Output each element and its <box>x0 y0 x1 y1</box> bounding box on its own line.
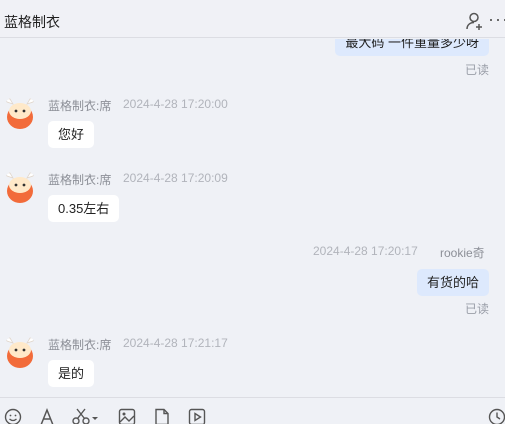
more-icon[interactable]: ··· <box>488 9 505 30</box>
avatar[interactable] <box>2 95 38 131</box>
sender-name: rookie奇 <box>440 246 485 260</box>
message-bubble-outgoing[interactable]: 有货的哈 <box>416 269 489 296</box>
input-toolbar <box>0 397 505 424</box>
emoji-icon[interactable] <box>3 407 23 424</box>
message-time: 2024-4-28 17:20:17 <box>313 244 418 258</box>
history-icon[interactable] <box>487 407 505 424</box>
message-time: 2024-4-28 17:20:09 <box>123 171 228 185</box>
video-icon[interactable] <box>187 407 207 424</box>
screenshot-icon[interactable] <box>71 407 99 424</box>
message-bubble-incoming[interactable]: 是的 <box>48 360 95 387</box>
sender-name: 蓝格制衣:席 <box>48 173 112 187</box>
read-status: 已读 <box>464 63 489 77</box>
add-contact-icon[interactable] <box>465 11 485 31</box>
message-bubble-incoming[interactable]: 0.35左右 <box>48 195 120 222</box>
avatar[interactable] <box>2 169 38 205</box>
image-icon[interactable] <box>117 407 137 424</box>
file-icon[interactable] <box>152 407 172 424</box>
sender-name: 蓝格制衣:席 <box>48 338 112 352</box>
read-status: 已读 <box>464 302 489 316</box>
chat-header: 蓝格制衣 ··· <box>0 0 505 38</box>
message-time: 2024-4-28 17:20:00 <box>123 97 228 111</box>
sender-name: 蓝格制衣:席 <box>48 99 112 113</box>
avatar[interactable] <box>2 334 38 370</box>
message-time: 2024-4-28 17:21:17 <box>123 336 228 350</box>
message-list[interactable]: 最大码 一件重量多少呀 已读 蓝格制衣:席 2024-4-28 17:20:00… <box>0 39 505 397</box>
font-icon[interactable] <box>37 407 57 424</box>
message-bubble-outgoing: 最大码 一件重量多少呀 <box>335 39 489 56</box>
message-bubble-incoming[interactable]: 您好 <box>48 121 95 148</box>
chat-title: 蓝格制衣 <box>4 14 60 30</box>
